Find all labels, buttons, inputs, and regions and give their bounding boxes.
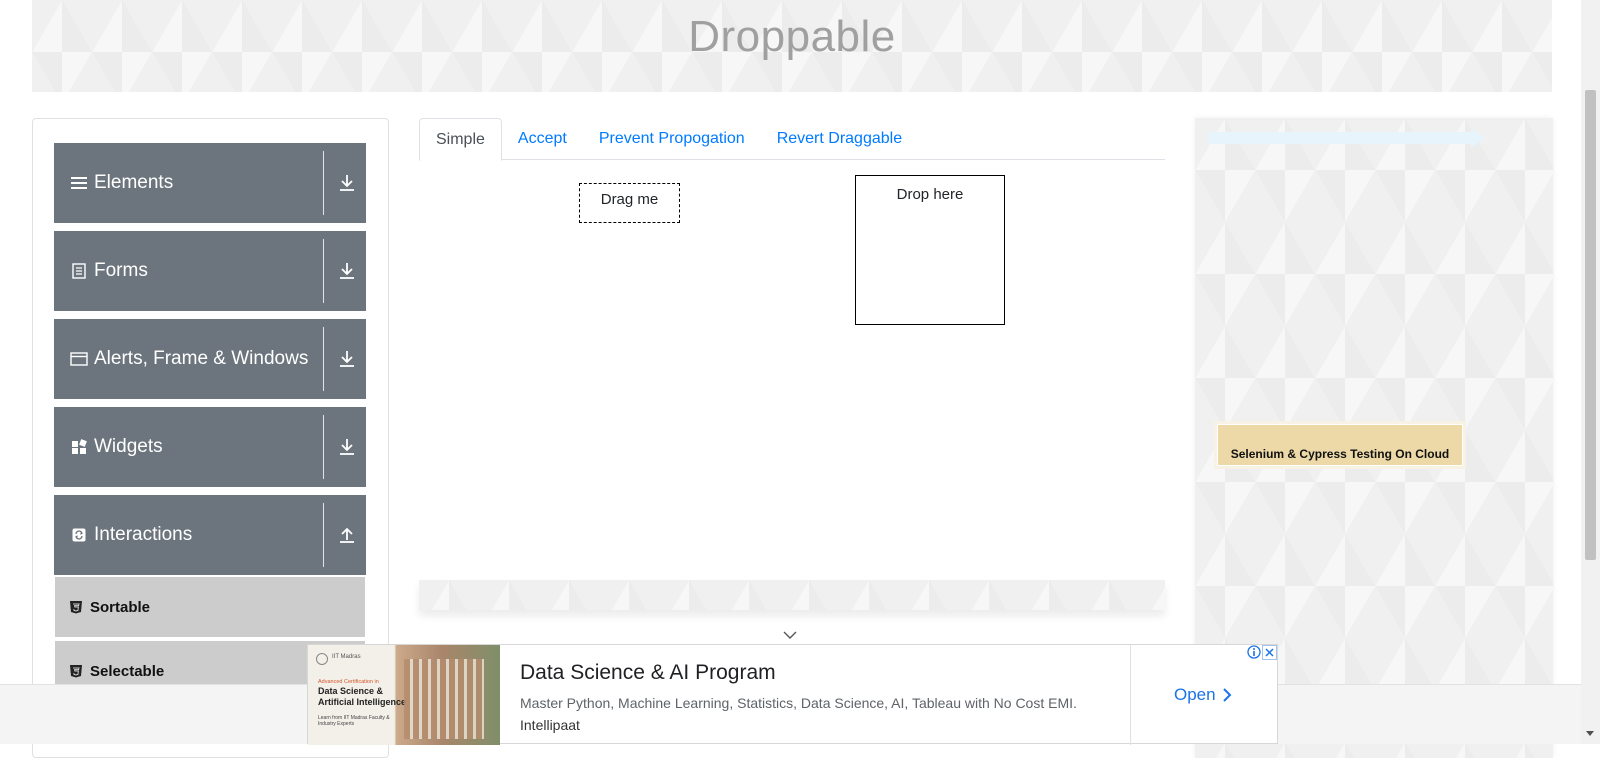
tab-bar: Simple Accept Prevent Propogation Revert…	[419, 118, 1165, 161]
ad-open-button[interactable]: Open	[1174, 685, 1232, 705]
draggable-box[interactable]: Drag me	[579, 183, 680, 223]
sidebar-group-label: Interactions	[94, 524, 193, 545]
tab-revert-draggable[interactable]: Revert Draggable	[761, 118, 918, 160]
chevron-right-icon	[1222, 688, 1232, 702]
sidebar-group-forms[interactable]: Forms	[54, 231, 366, 311]
droppable-box[interactable]: Drop here	[855, 175, 1005, 325]
ad-banner[interactable]: IIT Madras Advanced Certification in Dat…	[307, 644, 1278, 745]
tab-accept[interactable]: Accept	[502, 118, 583, 160]
ad-description: Master Python, Machine Learning, Statist…	[520, 695, 1077, 711]
ad-thumb-subtext: Learn from IIT Madras Faculty & Industry…	[318, 715, 390, 727]
sidebar-group-widgets[interactable]: Widgets	[54, 407, 366, 487]
building-image	[404, 659, 484, 739]
html5-icon	[69, 600, 83, 614]
download-arrow-icon[interactable]	[336, 260, 358, 282]
upload-arrow-icon[interactable]	[336, 524, 358, 546]
sidebar-group-label: Widgets	[94, 436, 163, 457]
sidebar-item-label: Selectable	[90, 662, 165, 680]
hamburger-icon	[70, 174, 88, 192]
refresh-icon	[70, 526, 88, 544]
sidebar-group-alerts-frame-windows[interactable]: Alerts, Frame & Windows	[54, 319, 366, 399]
ad-thumbnail[interactable]: IIT Madras Advanced Certification in Dat…	[308, 645, 500, 745]
tab-prevent-propogation[interactable]: Prevent Propogation	[583, 118, 761, 160]
ad-headline[interactable]: Data Science & AI Program	[520, 661, 776, 685]
window-icon	[70, 350, 88, 368]
ad-advertiser: Intellipaat	[520, 717, 580, 733]
ad-thumb-kicker: Advanced Certification in	[318, 679, 379, 685]
ad-thumb-brand: IIT Madras	[332, 654, 361, 660]
page-title: Droppable	[688, 12, 896, 61]
chevron-down-icon[interactable]	[781, 628, 799, 640]
sidebar-group-label: Alerts, Frame & Windows	[94, 348, 309, 369]
content-footer-band	[419, 580, 1165, 610]
sidebar-group-label: Forms	[94, 260, 148, 281]
ad-progress-bar	[1207, 132, 1475, 144]
sidebar-group-interactions[interactable]: Interactions	[54, 495, 366, 575]
scroll-down-arrow-icon[interactable]	[1586, 731, 1594, 736]
document-icon	[70, 262, 88, 280]
sidebar-group-elements[interactable]: Elements	[54, 143, 366, 223]
side-ad[interactable]: Selenium & Cypress Testing On Cloud	[1217, 424, 1463, 466]
ad-open-label: Open	[1174, 685, 1216, 704]
page-scrollbar[interactable]	[1581, 0, 1600, 744]
sidebar-item-sortable[interactable]: Sortable	[55, 577, 365, 637]
arrow-right-icon	[1471, 128, 1485, 148]
ad-thumb-heading: Data Science & Artificial Intelligence	[318, 686, 407, 707]
sidebar-item-label: Sortable	[90, 598, 151, 616]
institute-logo-icon	[316, 653, 328, 665]
html5-icon	[69, 664, 83, 678]
page-header: Droppable	[32, 0, 1552, 92]
adchoices-icon[interactable]	[1247, 645, 1261, 659]
scrollbar-thumb[interactable]	[1585, 90, 1596, 560]
download-arrow-icon[interactable]	[336, 172, 358, 194]
download-arrow-icon[interactable]	[336, 436, 358, 458]
widgets-icon	[70, 438, 88, 456]
sidebar-group-label: Elements	[94, 172, 174, 193]
download-arrow-icon[interactable]	[336, 348, 358, 370]
tab-simple[interactable]: Simple	[419, 118, 502, 161]
close-icon[interactable]	[1262, 645, 1277, 660]
